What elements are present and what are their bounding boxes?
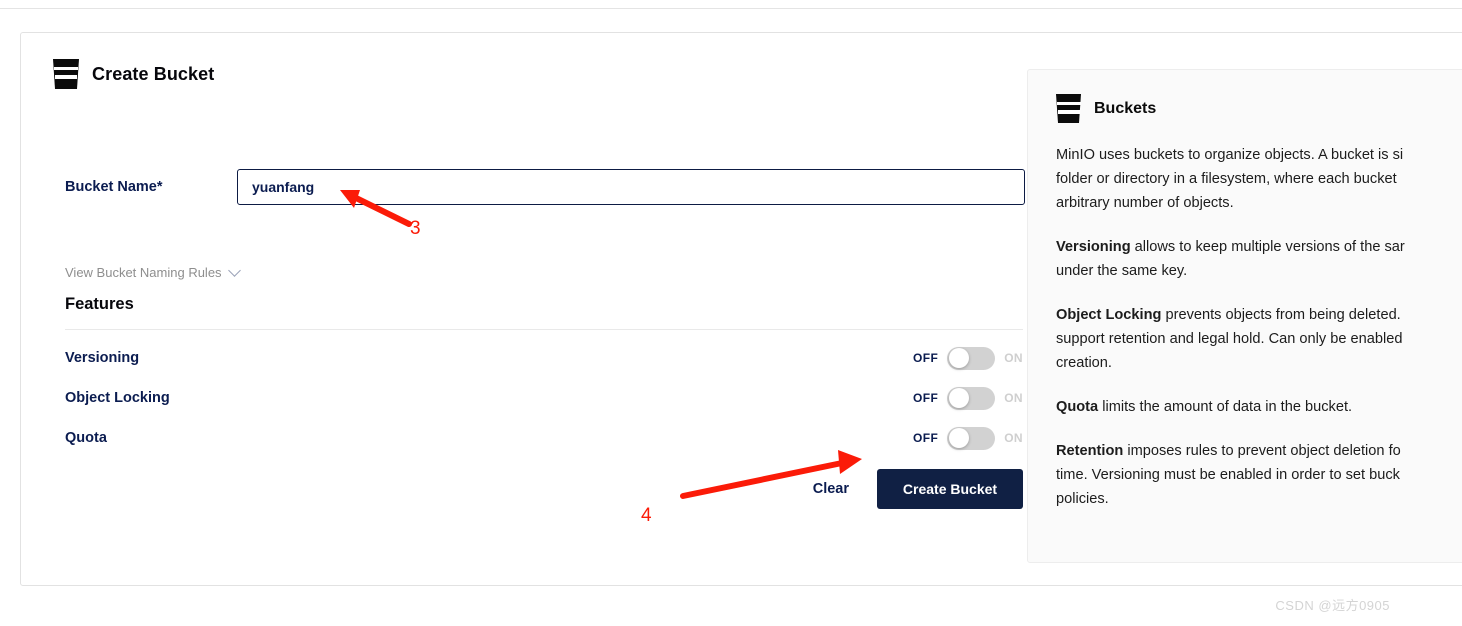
toggle-on-label: ON: [1004, 431, 1023, 445]
bucket-icon: [1056, 94, 1081, 123]
features-divider: [65, 329, 1023, 330]
info-paragraph: Quota limits the amount of data in the b…: [1056, 395, 1462, 419]
info-term: Versioning: [1056, 239, 1131, 255]
info-term: Object Locking: [1056, 307, 1162, 323]
toggle-off-label: OFF: [912, 351, 939, 365]
feature-label-object-locking: Object Locking: [65, 390, 170, 406]
info-line: support retention and legal hold. Can on…: [1056, 331, 1403, 347]
watermark: CSDN @远方0905: [1275, 598, 1390, 613]
info-paragraph: Versioning allows to keep multiple versi…: [1056, 235, 1462, 283]
feature-row-object-locking: Object Locking OFF ON: [65, 385, 1023, 411]
toggle-on-label: ON: [1004, 351, 1023, 365]
versioning-toggle[interactable]: [947, 346, 996, 370]
form-actions: Clear Create Bucket: [65, 469, 1023, 509]
info-panel-title: Buckets: [1094, 99, 1157, 117]
info-term: Retention: [1056, 443, 1124, 459]
object-locking-toggle[interactable]: [947, 386, 996, 410]
info-line: folder or directory in a filesystem, whe…: [1056, 171, 1397, 187]
info-line: MinIO uses buckets to organize objects. …: [1056, 147, 1404, 163]
info-line: creation.: [1056, 355, 1112, 371]
feature-label-quota: Quota: [65, 430, 107, 446]
info-line: under the same key.: [1056, 263, 1188, 279]
toggle-off-label: OFF: [912, 431, 939, 445]
annotation-number-3: 3: [410, 218, 421, 239]
info-line: Retention imposes rules to prevent objec…: [1056, 443, 1401, 459]
info-line: policies.: [1056, 491, 1109, 507]
feature-row-versioning: Versioning OFF ON: [65, 345, 1023, 371]
info-paragraph: Object Locking prevents objects from bei…: [1056, 303, 1462, 375]
feature-label-versioning: Versioning: [65, 350, 140, 366]
quota-toggle[interactable]: [947, 426, 996, 450]
info-line: Object Locking prevents objects from bei…: [1056, 307, 1401, 323]
clear-button[interactable]: Clear: [807, 473, 855, 505]
info-paragraph: Retention imposes rules to prevent objec…: [1056, 439, 1462, 511]
create-bucket-button[interactable]: Create Bucket: [877, 469, 1023, 509]
toggle-group-versioning: OFF ON: [912, 346, 1023, 370]
annotation-number-4: 4: [641, 505, 652, 526]
view-bucket-naming-rules-link[interactable]: View Bucket Naming Rules: [65, 264, 241, 280]
info-panel-body: MinIO uses buckets to organize objects. …: [1056, 143, 1462, 511]
feature-row-quota: Quota OFF ON: [65, 425, 1023, 451]
features-heading: Features: [65, 295, 134, 313]
bucket-name-input[interactable]: [237, 169, 1025, 205]
info-line: arbitrary number of objects.: [1056, 195, 1234, 211]
create-bucket-form: Create Bucket Bucket Name* View Bucket N…: [45, 57, 1025, 509]
toggle-on-label: ON: [1004, 391, 1023, 405]
buckets-info-panel: Buckets MinIO uses buckets to organize o…: [1027, 69, 1462, 563]
page-title: Create Bucket: [92, 63, 215, 84]
bucket-icon: [53, 59, 79, 89]
top-divider: [0, 8, 1462, 9]
bucket-name-row: Bucket Name*: [65, 169, 1025, 205]
toggle-off-label: OFF: [912, 391, 939, 405]
toggle-group-quota: OFF ON: [912, 426, 1023, 450]
chevron-down-icon: [227, 264, 241, 277]
info-term: Quota: [1056, 399, 1099, 415]
info-line: time. Versioning must be enabled in orde…: [1056, 467, 1400, 483]
toggle-group-object-locking: OFF ON: [912, 386, 1023, 410]
create-bucket-card: Create Bucket Bucket Name* View Bucket N…: [20, 32, 1462, 586]
bucket-name-label: Bucket Name*: [65, 179, 163, 195]
info-paragraph: MinIO uses buckets to organize objects. …: [1056, 143, 1462, 215]
info-line: Quota limits the amount of data in the b…: [1056, 399, 1353, 415]
info-line: Versioning allows to keep multiple versi…: [1056, 239, 1405, 255]
form-header: Create Bucket: [53, 57, 1025, 91]
info-panel-header: Buckets: [1056, 94, 1462, 123]
naming-rules-label: View Bucket Naming Rules: [65, 265, 222, 280]
